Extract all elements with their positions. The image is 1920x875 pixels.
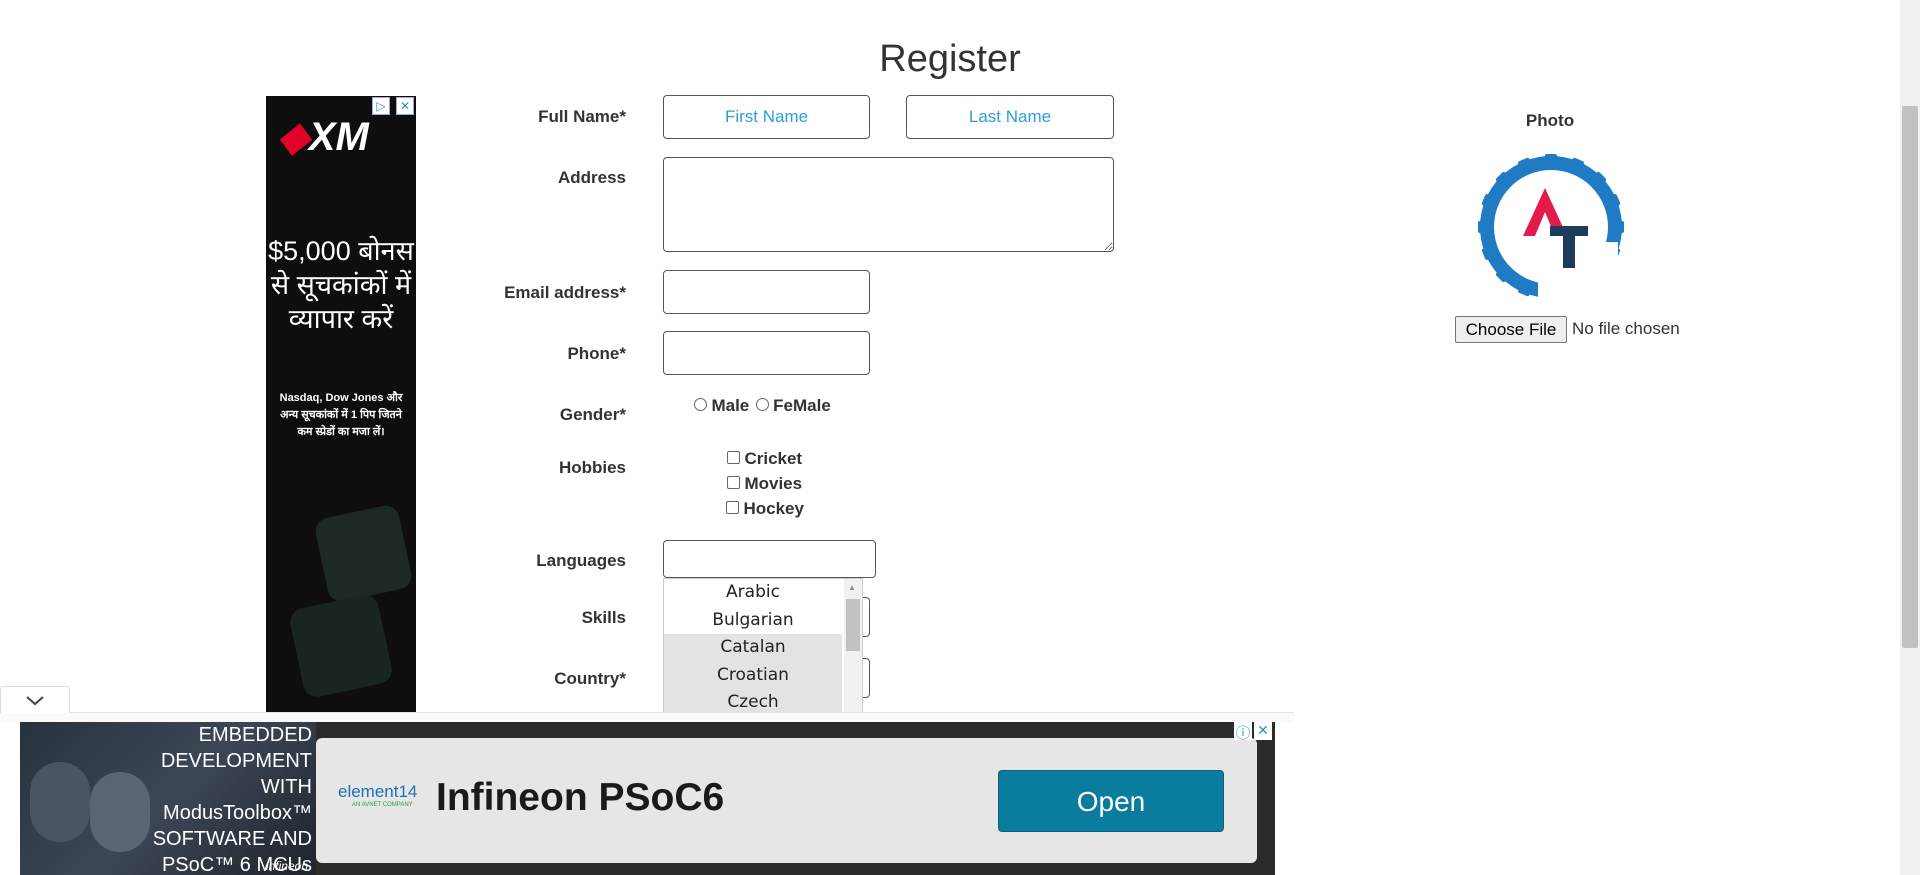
file-status: No file chosen <box>1572 319 1680 338</box>
gender-group: Male FeMale <box>694 396 831 416</box>
ad-subtext: Nasdaq, Dow Jones और अन्य सूचकांकों में … <box>279 392 403 438</box>
hockey-checkbox[interactable] <box>726 501 739 514</box>
languages-dropdown[interactable]: Arabic Bulgarian Catalan Croatian Czech … <box>663 578 863 714</box>
left-ad[interactable]: ◆XM $5,000 बोनस से सूचकांकों में व्यापार… <box>266 96 416 714</box>
element14-sub: AN AVNET COMPANY <box>352 802 413 808</box>
element14-logo: element14 <box>338 782 418 801</box>
languages-label: Languages <box>536 551 626 570</box>
collapse-ad-tab[interactable] <box>0 686 70 713</box>
phone-label: Phone* <box>567 344 626 363</box>
phone-input[interactable] <box>663 331 870 375</box>
language-option[interactable]: Czech <box>664 689 842 713</box>
address-label: Address <box>557 168 626 187</box>
ad-image-text: EMBEDDED DEVELOPMENT WITH ModusToolbox™ … <box>152 724 312 875</box>
cricket-label: Cricket <box>744 449 803 468</box>
language-option[interactable]: Arabic <box>664 579 842 607</box>
infineon-logo: infineon <box>265 859 308 873</box>
at-logo-image <box>1478 154 1624 302</box>
language-option[interactable]: Catalan <box>664 634 842 662</box>
female-label: FeMale <box>773 396 831 415</box>
female-radio[interactable] <box>755 398 769 411</box>
hobby-hockey: Hockey <box>726 499 804 519</box>
gender-label: Gender* <box>559 405 626 424</box>
person-image <box>30 762 90 842</box>
ad-info-icon[interactable]: ⓘ <box>1234 722 1252 742</box>
dropdown-scrollbar[interactable]: ▲ <box>844 579 862 713</box>
dice-image <box>287 592 395 700</box>
close-icon[interactable]: ✕ <box>1254 722 1272 740</box>
adchoices-icon[interactable]: ▷ <box>372 97 390 115</box>
scroll-up-icon[interactable]: ▲ <box>848 583 856 592</box>
movies-label: Movies <box>744 474 803 493</box>
choose-file-button[interactable]: Choose File <box>1455 316 1567 343</box>
male-radio[interactable] <box>694 398 707 411</box>
photo-label: Photo <box>1525 111 1575 130</box>
address-textarea[interactable] <box>663 157 1114 252</box>
ad-image: EMBEDDED DEVELOPMENT WITH ModusToolbox™ … <box>20 722 316 875</box>
ad-headline: $5,000 बोनस से सूचकांकों में व्यापार करे… <box>268 236 414 334</box>
dice-image <box>313 503 414 604</box>
first-name-input[interactable] <box>663 95 870 139</box>
page-scroll-thumb[interactable] <box>1902 106 1918 648</box>
page-title: Register <box>879 38 1021 80</box>
xm-logo: ◆XM <box>278 115 369 159</box>
hobbies-label: Hobbies <box>558 458 626 477</box>
bottom-ad[interactable]: EMBEDDED DEVELOPMENT WITH ModusToolbox™ … <box>20 722 1275 875</box>
email-input[interactable] <box>663 270 870 314</box>
email-label: Email address* <box>504 283 626 302</box>
chevron-down-icon <box>26 696 44 706</box>
hobby-cricket: Cricket <box>727 449 802 469</box>
country-label: Country* <box>554 669 626 688</box>
last-name-input[interactable] <box>906 95 1114 139</box>
ad-banner[interactable]: element14 AN AVNET COMPANY Infineon PSoC… <box>316 738 1257 863</box>
hockey-label: Hockey <box>743 499 804 518</box>
movies-checkbox[interactable] <box>727 476 740 489</box>
language-option[interactable]: Bulgarian <box>664 607 842 635</box>
skills-label: Skills <box>581 608 626 627</box>
male-label: Male <box>711 396 750 415</box>
dropdown-scroll-thumb[interactable] <box>846 599 860 651</box>
language-option[interactable]: Croatian <box>664 661 842 689</box>
hobby-movies: Movies <box>727 474 802 494</box>
cricket-checkbox[interactable] <box>727 451 740 464</box>
ad-headline: Infineon PSoC6 <box>436 776 725 819</box>
full-name-label: Full Name* <box>538 107 626 126</box>
languages-multiselect[interactable] <box>663 540 876 578</box>
open-button[interactable]: Open <box>998 770 1224 832</box>
